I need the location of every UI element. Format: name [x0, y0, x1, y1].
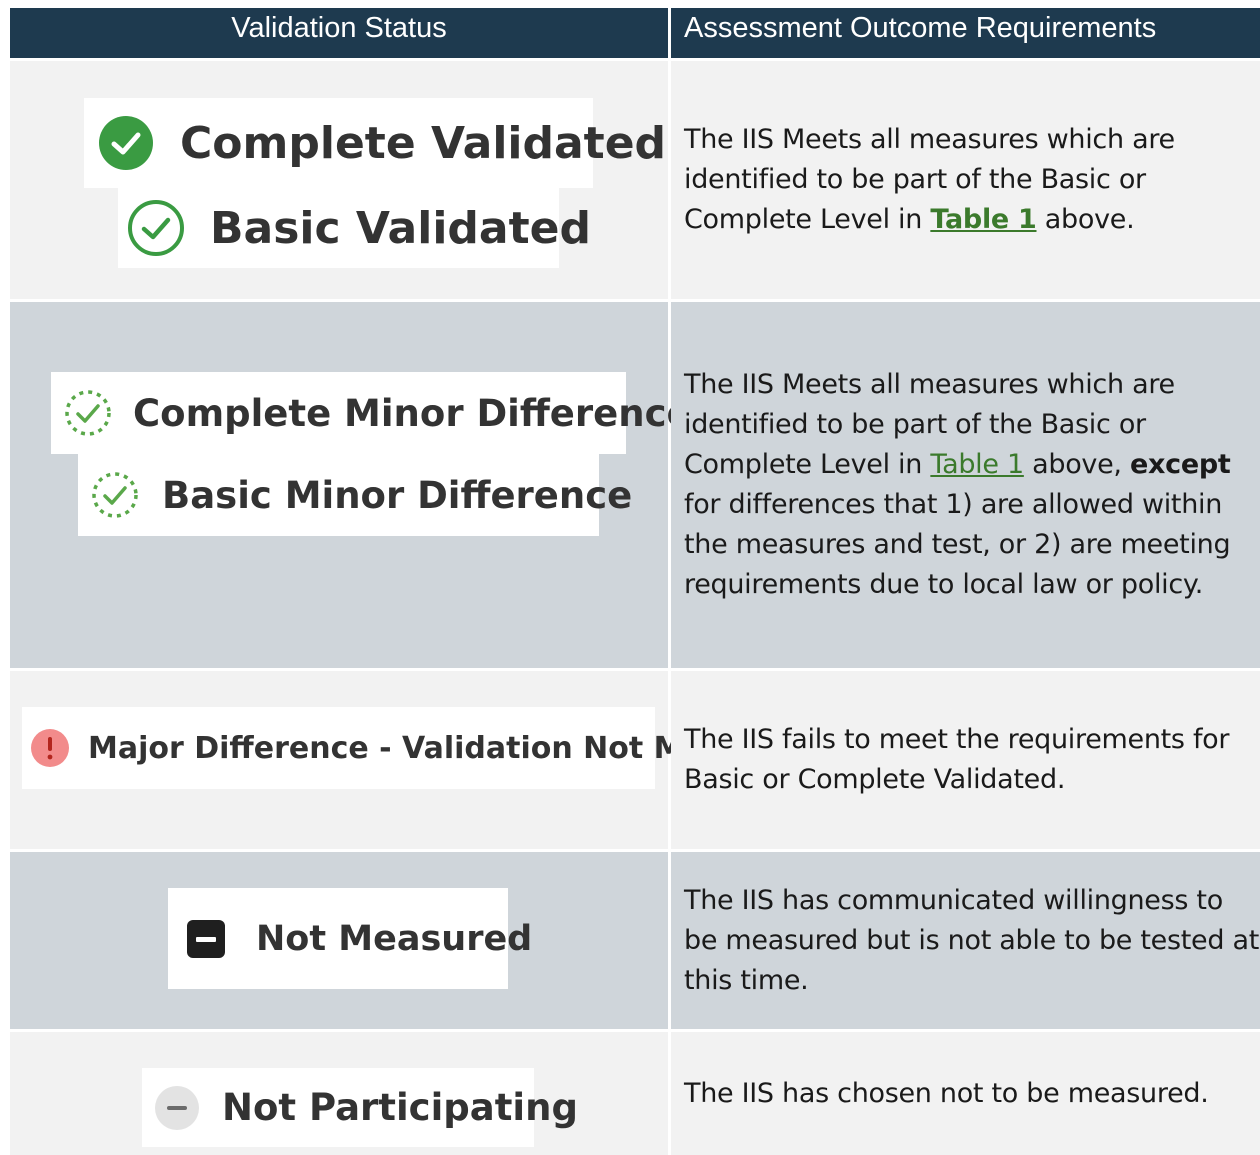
basic-validated-badge: Basic Validated — [118, 188, 591, 268]
row-3-status-cell: Major Difference - Validation Not Met — [10, 671, 718, 849]
requirement-text: The IIS has communicated willingness to … — [684, 884, 1259, 996]
exclamation-circle-icon — [31, 729, 69, 767]
basic-minor-difference-badge: Basic Minor Difference — [78, 454, 632, 536]
row-3-requirement-cell: The IIS fails to meet the requirements f… — [671, 671, 1260, 849]
requirement-text: The IIS Meets all measures which are ide… — [684, 124, 1175, 235]
complete-validated-badge: Complete Validated — [84, 98, 666, 188]
requirement-text: The IIS fails to meet the requirements f… — [684, 724, 1230, 795]
check-circle-dotted-icon — [92, 472, 138, 518]
status-label: Complete Validated — [180, 117, 667, 169]
check-circle-outline-icon — [128, 200, 184, 256]
table-1-link[interactable]: Table 1 — [930, 449, 1024, 480]
row-5-status-cell: Not Participating — [10, 1032, 668, 1155]
row-1-status-cell: Complete Validated Basic Validated — [10, 61, 668, 299]
check-circle-filled-icon — [99, 116, 153, 170]
major-difference-badge: Major Difference - Validation Not Met — [22, 707, 718, 789]
except-emphasis: except — [1129, 449, 1231, 480]
header-validation-status: Validation Status — [10, 8, 668, 58]
status-label: Basic Validated — [210, 202, 591, 254]
minus-square-icon — [187, 919, 225, 958]
status-label: Not Measured — [256, 918, 533, 959]
status-label: Complete Minor Difference — [133, 391, 692, 435]
not-participating-badge: Not Participating — [142, 1068, 578, 1147]
requirement-text: The IIS has chosen not to be measured. — [684, 1077, 1209, 1109]
check-circle-dotted-icon — [65, 390, 111, 436]
status-label: Basic Minor Difference — [162, 473, 633, 517]
complete-minor-difference-badge: Complete Minor Difference — [51, 372, 692, 454]
row-2-requirement-cell: The IIS Meets all measures which are ide… — [671, 302, 1260, 668]
table-1-link[interactable]: Table 1 — [930, 204, 1036, 235]
minus-circle-icon — [155, 1085, 199, 1130]
row-4-requirement-cell: The IIS has communicated willingness to … — [671, 852, 1260, 1029]
row-1-requirement-cell: The IIS Meets all measures which are ide… — [671, 61, 1260, 299]
row-5-requirement-cell: The IIS has chosen not to be measured. — [671, 1032, 1260, 1155]
row-2-status-cell: Complete Minor Difference Basic Minor Di… — [10, 302, 692, 668]
requirement-text: The IIS Meets all measures which are ide… — [684, 369, 1231, 600]
status-label: Major Difference - Validation Not Met — [88, 730, 719, 766]
header-assessment-requirements: Assessment Outcome Requirements — [671, 8, 1260, 58]
status-label: Not Participating — [222, 1086, 578, 1129]
not-measured-badge: Not Measured — [168, 888, 532, 989]
row-4-status-cell: Not Measured — [10, 852, 668, 1029]
